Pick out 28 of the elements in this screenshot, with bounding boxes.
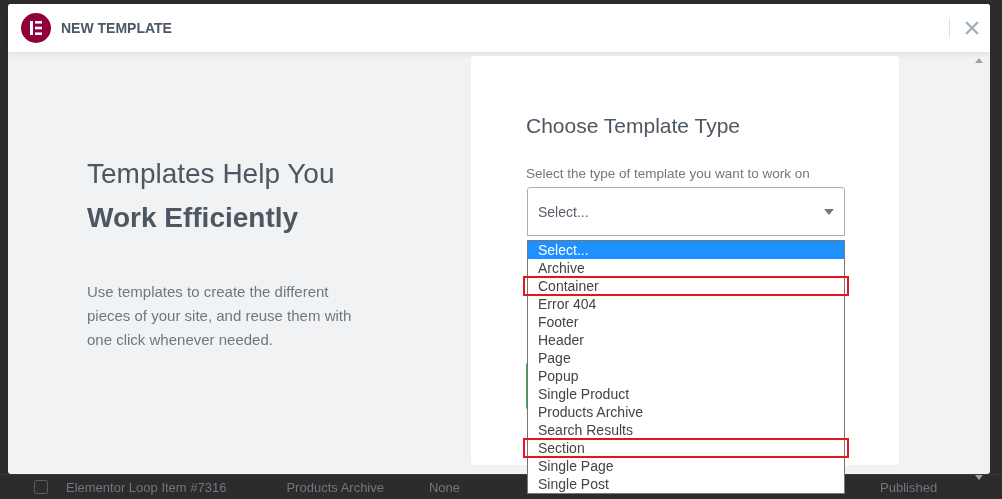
intro-description: Use templates to create the different pieces of your site, and reuse them with one click whenever needed. <box>87 282 353 350</box>
dropdown-option[interactable]: Single Product <box>528 385 844 403</box>
row-status: Published <box>880 479 938 495</box>
form-heading: Choose Template Type <box>526 114 741 138</box>
intro-heading: Templates Help You <box>87 157 335 191</box>
caret-icon <box>824 208 834 215</box>
dropdown-option[interactable]: Single Post <box>528 475 844 493</box>
row-cell: None <box>429 479 461 495</box>
intro-heading-bold: Work Efficiently <box>87 201 299 235</box>
dropdown-option[interactable]: Popup <box>528 367 844 385</box>
row-checkbox[interactable] <box>34 480 48 494</box>
dropdown-option[interactable]: Footer <box>528 313 844 331</box>
field-label: Select the type of template you want to work on <box>526 166 810 181</box>
template-type-select[interactable]: Select... <box>527 187 845 236</box>
row-type: Products Archive <box>286 479 384 495</box>
dropdown-option[interactable]: Section <box>524 439 848 457</box>
scroll-up-icon[interactable] <box>975 58 983 63</box>
dropdown-option[interactable]: Single Page <box>528 457 844 475</box>
dropdown-option[interactable]: Header <box>528 331 844 349</box>
dropdown-option[interactable]: Archive <box>528 259 844 277</box>
modal-title: NEW TEMPLATE <box>61 20 173 36</box>
dropdown-option[interactable]: Container <box>524 277 848 295</box>
close-icon[interactable] <box>964 20 980 36</box>
dropdown-option[interactable]: Search Results <box>528 421 844 439</box>
dropdown-option[interactable]: Page <box>528 349 844 367</box>
dropdown-option[interactable]: Error 404 <box>528 295 844 313</box>
dropdown-option[interactable]: Products Archive <box>528 403 844 421</box>
logo-icon <box>21 13 51 43</box>
